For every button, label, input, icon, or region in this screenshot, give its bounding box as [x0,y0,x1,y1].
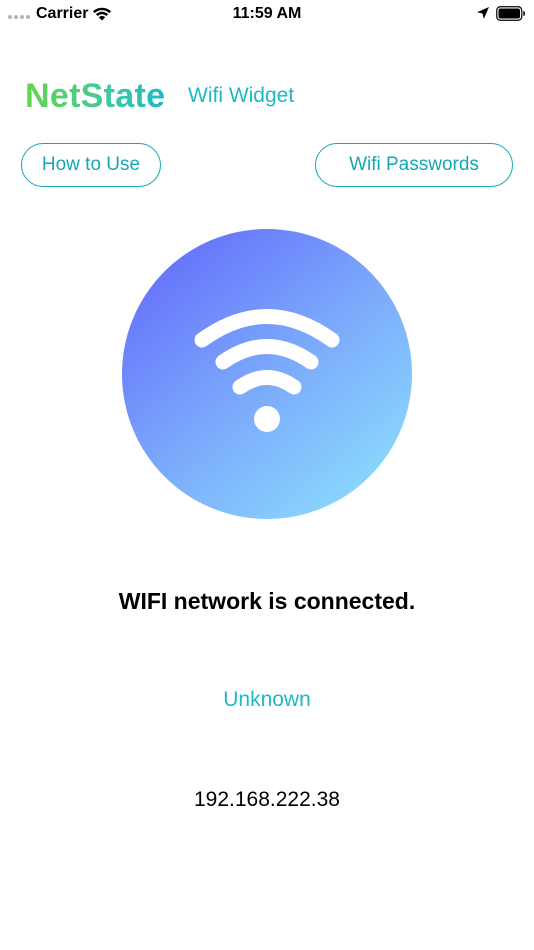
brand-logo: NetState [25,77,166,115]
connection-status-text: WIFI network is connected. [118,588,416,614]
wifi-icon [194,309,340,432]
how-to-use-button[interactable]: How to Use [21,143,161,187]
network-name-link[interactable]: Unknown [0,686,534,714]
clock: 11:59 AM [232,5,302,22]
location-arrow-icon [477,7,489,19]
wifi-status-circle [122,229,412,519]
ip-address-text: 192.168.222.38 [194,788,340,811]
wifi-passwords-button[interactable]: Wifi Passwords [315,143,513,187]
status-bar: Carrier 11:59 AM [0,0,534,28]
battery-icon [496,6,525,21]
brand-subtitle: Wifi Widget [188,84,295,107]
